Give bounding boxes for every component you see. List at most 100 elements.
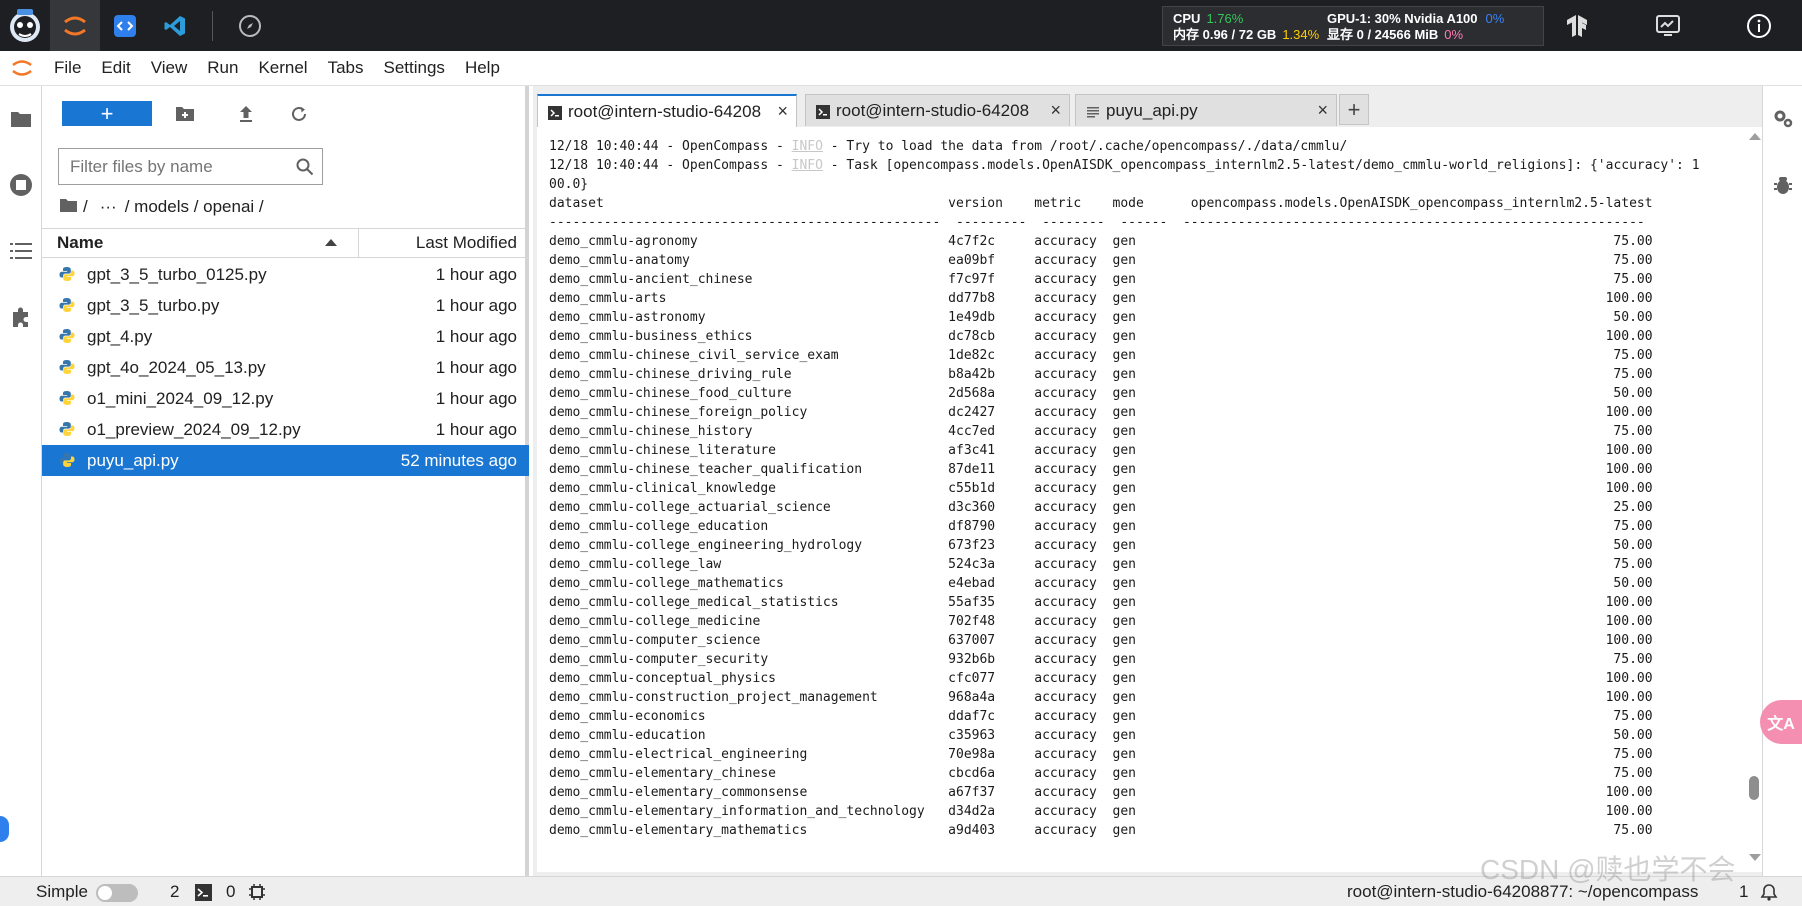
vram-label: 显存 0 / 24566 MiB xyxy=(1327,27,1439,42)
tab-label: puyu_api.py xyxy=(1106,100,1198,120)
jupyter-app-icon[interactable] xyxy=(50,0,100,51)
notification-bell-icon[interactable] xyxy=(1760,883,1778,906)
new-launcher-button[interactable]: + xyxy=(62,101,152,126)
file-modified: 1 hour ago xyxy=(435,357,517,377)
extension-puzzle-icon[interactable] xyxy=(8,304,34,330)
breadcrumb-path[interactable]: / models / openai / xyxy=(125,197,264,217)
notification-count: 1 xyxy=(1739,881,1749,901)
file-modified: 1 hour ago xyxy=(435,419,517,439)
file-filter-input[interactable] xyxy=(59,149,269,184)
memory-label: 内存 0.96 / 72 GB xyxy=(1173,27,1277,42)
folder-icon[interactable] xyxy=(8,106,34,132)
file-browser: + / ··· / models / openai / Name Last Mo… xyxy=(42,86,529,876)
table-row: demo_cmmlu-elementary_information_and_te… xyxy=(549,804,1653,819)
close-icon[interactable]: × xyxy=(777,101,788,122)
scroll-up-arrow-icon[interactable] xyxy=(1749,133,1761,140)
menu-run[interactable]: Run xyxy=(197,58,248,78)
python-file-icon xyxy=(59,390,75,411)
gpu-value: 0% xyxy=(1485,11,1505,26)
table-separator: ----------------------------------------… xyxy=(549,215,1645,230)
terminal-output[interactable]: 12/18 10:40:44 - OpenCompass - INFO - Tr… xyxy=(537,127,1762,872)
menu-settings[interactable]: Settings xyxy=(374,58,455,78)
file-browser-toolbar: + xyxy=(42,86,525,142)
add-tab-button[interactable]: + xyxy=(1339,94,1369,125)
table-row: demo_cmmlu-elementary_chinese cbcd6a acc… xyxy=(549,766,1653,781)
menu-file[interactable]: File xyxy=(44,58,91,78)
menu-tabs[interactable]: Tabs xyxy=(318,58,374,78)
sort-ascending-icon xyxy=(325,239,337,246)
running-stop-icon[interactable] xyxy=(8,172,34,198)
table-row: demo_cmmlu-college_medical_statistics 55… xyxy=(549,595,1653,610)
log-level: INFO xyxy=(791,158,823,173)
table-row: demo_cmmlu-business_ethics dc78cb accura… xyxy=(549,329,1653,344)
menu-kernel[interactable]: Kernel xyxy=(248,58,317,78)
file-row[interactable]: gpt_4.py 1 hour ago xyxy=(42,321,529,352)
text-file-icon xyxy=(1086,104,1100,118)
file-row[interactable]: gpt_3_5_turbo.py 1 hour ago xyxy=(42,290,529,321)
log-level: INFO xyxy=(791,139,823,154)
tab-bar: root@intern-studio-64208 × root@intern-s… xyxy=(533,86,1762,127)
table-row: demo_cmmlu-college_actuarial_science d3c… xyxy=(549,500,1653,515)
close-icon[interactable]: × xyxy=(1050,100,1061,121)
tab-terminal-2[interactable]: root@intern-studio-64208 × xyxy=(805,94,1070,126)
tab-terminal-1[interactable]: root@intern-studio-64208 × xyxy=(537,94,797,127)
file-name: gpt_4o_2024_05_13.py xyxy=(87,357,266,377)
upload-icon[interactable] xyxy=(235,103,257,125)
new-folder-icon[interactable] xyxy=(174,103,196,125)
simple-mode-toggle[interactable] xyxy=(96,884,138,902)
menu-help[interactable]: Help xyxy=(455,58,510,78)
table-row: demo_cmmlu-college_law 524c3a accuracy g… xyxy=(549,557,1653,572)
terminal-scrollbar[interactable] xyxy=(1748,133,1761,861)
python-file-icon xyxy=(59,266,75,287)
file-row[interactable]: gpt_4o_2024_05_13.py 1 hour ago xyxy=(42,352,529,383)
table-row: demo_cmmlu-college_medicine 702f48 accur… xyxy=(549,614,1653,629)
simple-mode-label: Simple xyxy=(36,881,88,901)
toolbar-divider xyxy=(212,10,213,41)
refresh-icon[interactable] xyxy=(288,103,310,125)
breadcrumb-ellipsis[interactable]: ··· xyxy=(100,197,117,217)
search-icon xyxy=(296,158,314,181)
translate-button[interactable]: 文A xyxy=(1760,700,1802,744)
tab-label: root@intern-studio-64208 xyxy=(568,101,762,121)
kernel-chip-icon[interactable] xyxy=(248,883,266,906)
app-logo-icon[interactable] xyxy=(0,0,50,51)
scrollbar-thumb[interactable] xyxy=(1749,776,1759,800)
file-filter-field[interactable] xyxy=(58,148,323,185)
close-icon[interactable]: × xyxy=(1317,100,1328,121)
code-app-icon[interactable] xyxy=(100,0,150,51)
breadcrumb-root[interactable]: / xyxy=(83,197,88,217)
log-line-wrap: 00.0} xyxy=(549,177,589,192)
file-modified: 1 hour ago xyxy=(435,264,517,284)
table-of-contents-icon[interactable] xyxy=(8,238,34,264)
terminal-status-icon[interactable] xyxy=(195,884,212,906)
file-row[interactable]: o1_preview_2024_09_12.py 1 hour ago xyxy=(42,414,529,445)
table-row: demo_cmmlu-college_engineering_hydrology… xyxy=(549,538,1653,553)
file-row[interactable]: o1_mini_2024_09_12.py 1 hour ago xyxy=(42,383,529,414)
vram-value: 0% xyxy=(1444,27,1464,42)
debugger-bug-icon[interactable] xyxy=(1772,174,1794,201)
property-inspector-gears-icon[interactable] xyxy=(1772,108,1794,135)
info-icon[interactable] xyxy=(1734,0,1784,51)
system-monitor: CPU 1.76% 内存 0.96 / 72 GB 1.34% GPU-1: 30%… xyxy=(1162,6,1544,46)
jupyter-logo-icon xyxy=(0,57,44,79)
breadcrumb-folder-icon[interactable] xyxy=(60,197,77,217)
table-row: demo_cmmlu-economics ddaf7c accuracy gen… xyxy=(549,709,1653,724)
table-row: demo_cmmlu-ancient_chinese f7c97f accura… xyxy=(549,272,1653,287)
vscode-app-icon[interactable] xyxy=(150,0,200,51)
kernels-count[interactable]: 0 xyxy=(226,882,235,902)
tab-file-puyu-api[interactable]: puyu_api.py × xyxy=(1075,94,1337,126)
terminals-count[interactable]: 2 xyxy=(170,882,179,902)
column-divider[interactable] xyxy=(358,229,359,257)
column-modified-header[interactable]: Last Modified xyxy=(416,233,517,253)
tensorflow-icon[interactable] xyxy=(1552,0,1602,51)
table-row: demo_cmmlu-conceptual_physics cfc077 acc… xyxy=(549,671,1653,686)
compass-icon[interactable] xyxy=(225,0,275,51)
column-name-header[interactable]: Name xyxy=(57,233,103,253)
menu-view[interactable]: View xyxy=(141,58,198,78)
menu-edit[interactable]: Edit xyxy=(91,58,140,78)
monitor-chart-icon[interactable] xyxy=(1643,0,1693,51)
terminal-icon xyxy=(548,105,562,120)
scroll-down-arrow-icon[interactable] xyxy=(1749,854,1761,861)
file-row[interactable]: puyu_api.py 52 minutes ago xyxy=(42,445,529,476)
file-row[interactable]: gpt_3_5_turbo_0125.py 1 hour ago xyxy=(42,259,529,290)
